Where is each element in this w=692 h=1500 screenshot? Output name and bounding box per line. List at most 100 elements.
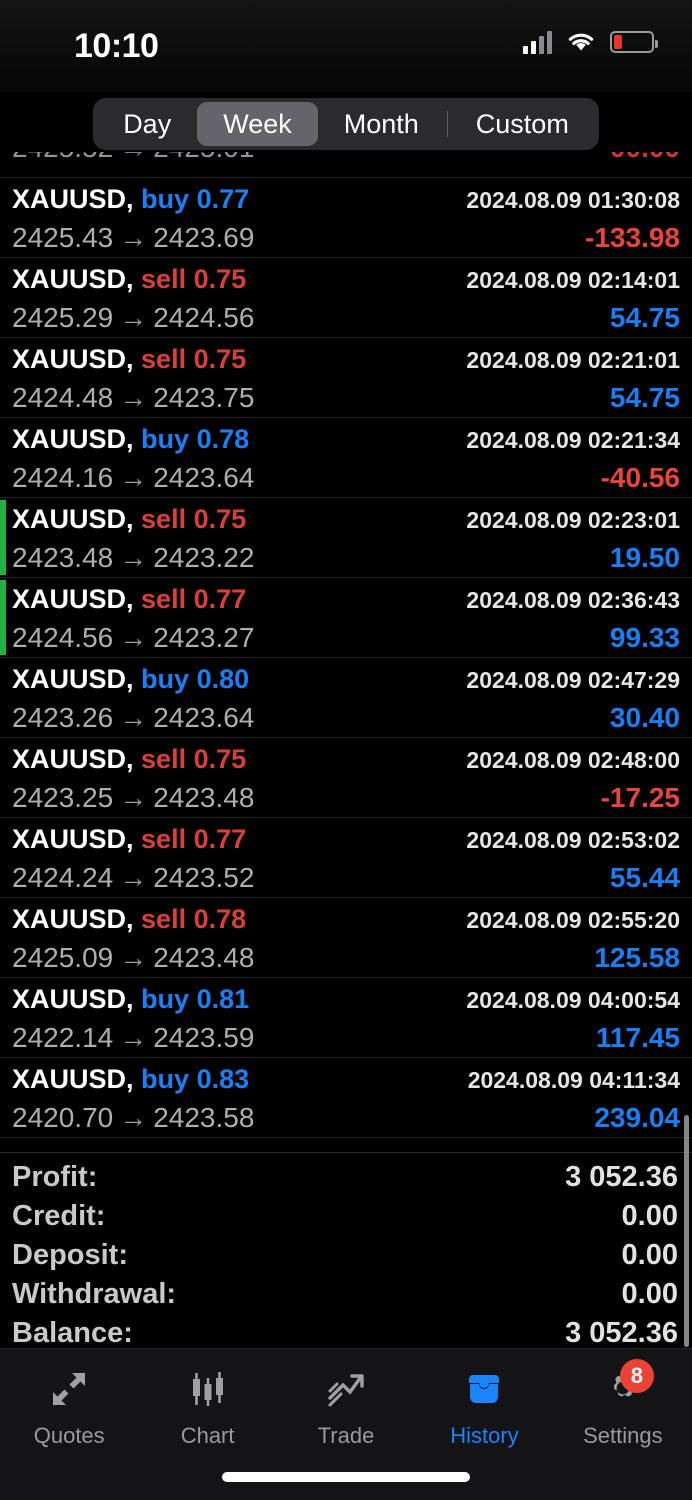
summary-value: 3 052.36 [565,1317,678,1349]
trade-datetime: 2024.08.09 02:14:01 [466,267,680,293]
trade-direction: sell [141,344,187,374]
trade-symbol-direction: XAUUSD, buy 0.83 [12,1064,249,1095]
trade-row[interactable]: XAUUSD, sell 0.75 2024.08.09 02:21:01 2424… [0,338,692,418]
trade-volume: 0.75 [193,744,247,774]
tab-label: Settings [583,1423,663,1448]
inbox-tray-icon [451,1363,517,1415]
close-price: 2423.64 [153,462,255,493]
trade-profit: -133.98 [585,222,680,253]
tab-history[interactable]: History [415,1363,553,1449]
history-screen: 10:10 Day Week Month Custom XAUUSD, buy … [0,0,692,1500]
trade-price-range: 2420.70 → 2423.58 [12,1102,254,1134]
trade-symbol-direction: XAUUSD, buy 0.78 [12,424,249,455]
trade-volume: 0.75 [193,264,247,294]
cellular-signal-icon [523,30,552,54]
open-price: 2422.14 [12,1022,114,1053]
symbol-label: XAUUSD, [12,424,134,454]
trade-symbol-direction: XAUUSD, buy 0.81 [12,984,249,1015]
notification-badge: 8 [619,1359,654,1393]
trade-symbol-direction: XAUUSD, sell 0.75 [12,744,246,775]
close-price: 2425.01 [153,152,254,163]
tab-chart[interactable]: Chart [138,1363,276,1449]
trade-row[interactable]: XAUUSD, buy 0.83 2024.08.09 04:11:34 2420.… [0,1058,692,1138]
quotes-arrows-icon [36,1363,102,1415]
open-price: 2425.09 [12,942,114,973]
trade-datetime: 2024.08.09 02:21:34 [466,427,680,453]
trade-datetime: 2024.08.09 04:11:34 [467,1067,680,1093]
summary-row: Profit: 3 052.36 [12,1161,678,1200]
tab-trade[interactable]: Trade [277,1363,415,1449]
trade-row[interactable]: XAUUSD, sell 0.75 2024.08.09 02:14:01 2425… [0,258,692,338]
summary-row: Withdrawal: 0.00 [12,1278,678,1317]
close-price: 2423.58 [153,1102,255,1133]
open-price: 2424.48 [12,382,114,413]
period-tab-week[interactable]: Week [197,102,318,146]
trade-price-range: 2425.43 → 2423.69 [12,222,254,254]
summary-label: Withdrawal: [12,1278,177,1310]
period-filter: Day Week Month Custom [0,98,692,152]
trade-symbol-direction: XAUUSD, buy 0.77 [12,184,249,215]
trade-direction: buy [141,1064,190,1094]
arrow-right-icon: → [119,222,148,253]
row-accent-bar [0,500,6,575]
period-tab-custom[interactable]: Custom [450,102,595,146]
trade-price-range: 2423.25 → 2423.48 [12,782,254,814]
trade-row[interactable]: XAUUSD, buy 0.77 2024.08.09 01:30:08 2425.… [0,178,692,258]
trade-volume: 0.78 [196,424,250,454]
trade-direction: buy [141,184,190,214]
arrow-right-icon: → [119,302,148,333]
trade-direction: sell [141,504,187,534]
trade-price-range: 2424.56 → 2423.27 [12,622,254,654]
trade-profit: 54.75 [609,302,680,333]
gear-icon: 8 [590,1359,656,1415]
arrow-right-icon: → [119,702,148,733]
trade-datetime: 2024.08.09 02:55:20 [466,907,680,933]
tab-quotes[interactable]: Quotes [0,1363,138,1449]
trade-row[interactable]: XAUUSD, sell 0.75 2024.08.09 02:48:00 2423… [0,738,692,818]
summary-label: Credit: [12,1200,106,1232]
period-tab-day[interactable]: Day [97,102,197,146]
trade-profit: 19.50 [609,542,680,573]
symbol-label: XAUUSD, [12,184,134,214]
trade-row[interactable]: XAUUSD, buy 0.80 2024.08.09 02:47:29 2423.… [0,658,692,738]
vertical-scrollbar[interactable] [684,1115,689,1347]
close-price: 2423.22 [153,542,255,573]
trade-row[interactable]: XAUUSD, buy 0.81 2024.08.09 04:00:54 2422.… [0,978,692,1058]
close-price: 2423.52 [153,862,255,893]
trade-row[interactable]: XAUUSD, sell 0.75 2024.08.09 02:23:01 2423… [0,498,692,578]
period-tab-month[interactable]: Month [318,102,445,146]
summary-value: 0.00 [621,1239,678,1271]
trade-row[interactable]: XAUUSD, buy 0.78 2024.08.09 02:21:34 2424.… [0,418,692,498]
summary-row: Deposit: 0.00 [12,1239,678,1278]
trade-row[interactable]: XAUUSD, sell 0.78 2024.08.09 02:55:20 2425… [0,898,692,978]
close-price: 2423.48 [153,942,255,973]
trade-direction: buy [141,424,190,454]
trade-symbol-direction: XAUUSD, sell 0.77 [12,824,246,855]
trade-volume: 0.77 [193,824,247,854]
trade-history-list[interactable]: XAUUSD, 2425.52→2425.01-00.00XAUUSD, buy… [0,152,692,1152]
symbol-label: XAUUSD, [12,584,134,614]
summary-value: 0.00 [621,1200,678,1232]
symbol-label: XAUUSD, [12,904,134,934]
trade-profit: 99.33 [609,622,680,653]
trade-symbol-direction: XAUUSD, buy 0.80 [12,664,249,695]
arrow-right-icon: → [119,862,148,893]
status-bar-indicators [523,30,658,54]
trade-price-range: 2424.16 → 2423.64 [12,462,254,494]
trade-row[interactable]: XAUUSD, sell 0.77 2024.08.09 02:36:43 2424… [0,578,692,658]
trade-volume: 0.81 [196,984,250,1014]
trade-row[interactable]: XAUUSD, 2425.52→2425.01-00.00 [0,152,692,178]
row-accent-bar [0,580,6,655]
trade-datetime: 2024.08.09 02:48:00 [466,747,680,773]
close-price: 2424.56 [153,302,255,333]
trade-price-range: 2424.24 → 2423.52 [12,862,254,894]
trade-row[interactable]: XAUUSD, sell 0.77 2024.08.09 02:53:02 2424… [0,818,692,898]
summary-row: Credit: 0.00 [12,1200,678,1239]
trade-direction: sell [141,824,187,854]
arrow-right-icon: → [119,1102,148,1133]
trade-profit: 117.45 [595,1022,680,1053]
trade-datetime: 2024.08.09 02:23:01 [466,507,680,533]
trade-datetime: 2024.08.09 04:00:54 [466,987,680,1013]
trade-direction: buy [141,984,190,1014]
tab-settings[interactable]: 8 Settings [554,1359,692,1449]
